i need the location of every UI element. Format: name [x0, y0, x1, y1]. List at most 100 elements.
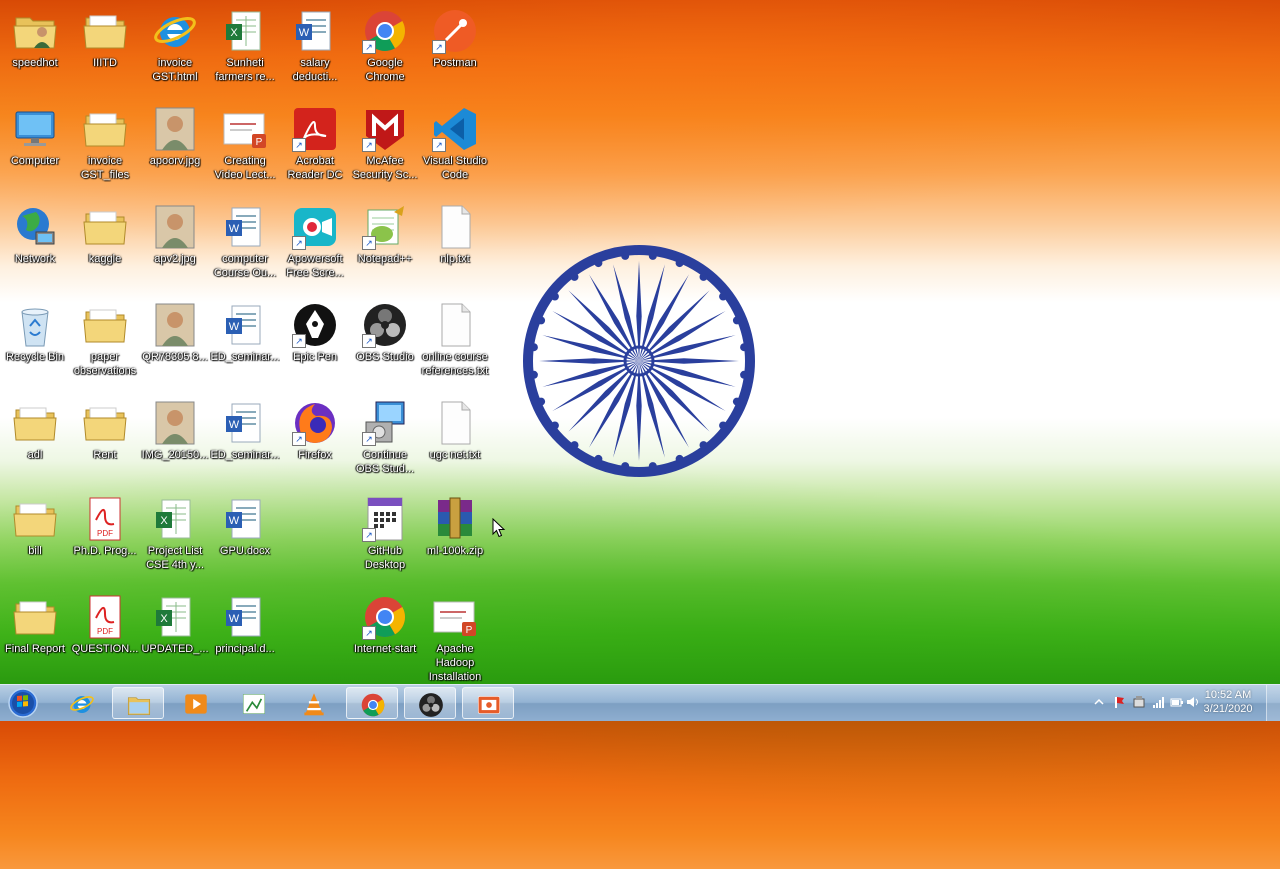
desktop-icon[interactable]: Final Report: [0, 588, 70, 656]
desktop-icon-label: Final Report: [5, 643, 65, 655]
taskbar-button[interactable]: [346, 687, 398, 719]
clock-date: 3/21/2020: [1203, 703, 1253, 715]
desktop-icon[interactable]: Rent: [70, 394, 140, 462]
desktop-icon[interactable]: P Creating Video Lect...: [210, 100, 280, 182]
firefox-icon: ↗: [292, 400, 338, 446]
desktop-icon-label: Creating Video Lect...: [214, 155, 276, 181]
desktop-icon[interactable]: PDF QUESTION...: [70, 588, 140, 656]
desktop-icon[interactable]: Wcomputer Course Ou...: [210, 198, 280, 280]
desktop-icon-label: GitHub Desktop: [364, 545, 406, 571]
taskbar-button[interactable]: [170, 687, 222, 719]
desktop-icon-label: salary deducti...: [292, 57, 338, 83]
desktop-icon[interactable]: ↗ Notepad++: [350, 198, 420, 266]
desktop-icon-label: Sunheti farmers re...: [215, 57, 275, 83]
desktop-icon[interactable]: Wprincipal.d...: [210, 588, 280, 656]
desktop-icon[interactable]: ↗ GitHub Desktop: [350, 490, 420, 572]
desktop-icon[interactable]: ↗ Continue OBS Stud...: [350, 394, 420, 476]
taskbar-button[interactable]: [56, 687, 108, 719]
shortcut-arrow-icon: ↗: [362, 334, 376, 348]
desktop-icon[interactable]: adl: [0, 394, 70, 462]
folder-icon: [82, 400, 128, 446]
desktop-icon[interactable]: W ED_seminar...: [210, 296, 280, 364]
presentation-icon: P: [222, 106, 268, 152]
desktop-icon-label: McAfee Security Sc...: [352, 155, 418, 181]
svg-text:W: W: [229, 613, 240, 625]
desktop-icon[interactable]: X Sunheti farmers re...: [210, 2, 280, 84]
desktop-icon[interactable]: ↗ Internet-start: [350, 588, 420, 656]
desktop-icon[interactable]: IMG_20150...: [140, 394, 210, 462]
text-file-icon: [432, 204, 478, 250]
desktop-icon[interactable]: paper observations: [70, 296, 140, 378]
desktop-icon[interactable]: IIITD: [70, 2, 140, 70]
desktop-icon[interactable]: ↗ Epic Pen: [280, 296, 350, 364]
desktop-icon[interactable]: PDF Ph.D. Prog...: [70, 490, 140, 558]
taskbar-button[interactable]: [228, 687, 280, 719]
desktop-icon[interactable]: ↗ Apowersoft Free Scre...: [280, 198, 350, 280]
desktop-icon[interactable]: apoorv.jpg: [140, 100, 210, 168]
taskbar-button[interactable]: [462, 687, 514, 719]
shortcut-arrow-icon: ↗: [362, 138, 376, 152]
desktop-icon[interactable]: Computer: [0, 100, 70, 168]
show-hidden-icons-icon[interactable]: [1092, 695, 1106, 709]
desktop-icon[interactable]: invoice GST.html: [140, 2, 210, 84]
desktop-icon[interactable]: QR78305 8...: [140, 296, 210, 364]
show-desktop-button[interactable]: [1266, 685, 1280, 721]
desktop-icon[interactable]: W GPU.docx: [210, 490, 280, 558]
vscode-icon: ↗: [432, 106, 478, 152]
battery-icon[interactable]: [1170, 695, 1184, 709]
desktop-icon[interactable]: apv2.jpg: [140, 198, 210, 266]
desktop-icon[interactable]: online course references.txt: [420, 296, 490, 378]
taskbar-button[interactable]: [404, 687, 456, 719]
desktop-icon-label: IIITD: [93, 57, 117, 69]
desktop-icon-label: invoice GST.html: [152, 57, 198, 83]
taskbar-button[interactable]: [112, 687, 164, 719]
desktop-icon[interactable]: kaggle: [70, 198, 140, 266]
shortcut-arrow-icon: ↗: [292, 334, 306, 348]
taskbar-button[interactable]: [288, 687, 340, 719]
desktop-icon[interactable]: Network: [0, 198, 70, 266]
desktop-icon[interactable]: X UPDATED_...: [140, 588, 210, 656]
desktop-icon[interactable]: speedhot: [0, 2, 70, 70]
shortcut-arrow-icon: ↗: [292, 138, 306, 152]
pdf-icon: PDF: [82, 594, 128, 640]
desktop-icon[interactable]: ↗ Acrobat Reader DC: [280, 100, 350, 182]
desktop-icon[interactable]: ↗ OBS Studio: [350, 296, 420, 364]
network-signal-icon[interactable]: [1152, 695, 1166, 709]
desktop-icon[interactable]: nlp.txt: [420, 198, 490, 266]
desktop-icon-label: apoorv.jpg: [149, 155, 201, 167]
desktop-icon[interactable]: ml-100k.zip: [420, 490, 490, 558]
epic-pen-icon: ↗: [292, 302, 338, 348]
system-clock[interactable]: 10:52 AM 3/21/2020: [1196, 688, 1260, 716]
text-file-icon: [432, 302, 478, 348]
desktop-icon-label: UPDATED_...: [141, 643, 209, 655]
desktop-icon[interactable]: Recycle Bin: [0, 296, 70, 364]
desktop-icon[interactable]: W ED_seminar...: [210, 394, 280, 462]
desktop-icon-label: Notepad++: [357, 253, 413, 265]
desktop-icon[interactable]: ugc net.txt: [420, 394, 490, 462]
desktop-icon[interactable]: ↗ McAfee Security Sc...: [350, 100, 420, 182]
desktop-icon[interactable]: invoice GST_files: [70, 100, 140, 182]
svg-text:W: W: [229, 321, 240, 333]
notepadpp-icon: ↗: [362, 204, 408, 250]
svg-text:P: P: [256, 137, 263, 148]
svg-text:W: W: [229, 223, 240, 235]
desktop-icon[interactable]: bill: [0, 490, 70, 558]
desktop-icon[interactable]: X Project List CSE 4th y...: [140, 490, 210, 572]
excel-document-icon: X: [222, 8, 268, 54]
desktop-icon[interactable]: ↗ Google Chrome: [350, 2, 420, 84]
desktop-icon[interactable]: ↗ Visual Studio Code: [420, 100, 490, 182]
desktop-icon-label: apv2.jpg: [154, 253, 196, 265]
desktop-icon-label: OBS Studio: [356, 351, 414, 363]
folder-icon: [82, 106, 128, 152]
mouse-cursor-icon: [492, 518, 506, 538]
desktop-icon[interactable]: Wsalary deducti...: [280, 2, 350, 84]
usb-device-icon[interactable]: [1132, 695, 1146, 709]
start-button[interactable]: [6, 687, 40, 719]
shortcut-arrow-icon: ↗: [362, 432, 376, 446]
pdf-icon: PDF: [82, 496, 128, 542]
excel-document-icon: X: [152, 496, 198, 542]
desktop-icon[interactable]: ↗ Postman: [420, 2, 490, 70]
desktop-icon[interactable]: ↗ Firefox: [280, 394, 350, 462]
desktop-icon[interactable]: P Apache Hadoop Installation: [420, 588, 490, 684]
action-center-flag-icon[interactable]: [1112, 695, 1126, 709]
